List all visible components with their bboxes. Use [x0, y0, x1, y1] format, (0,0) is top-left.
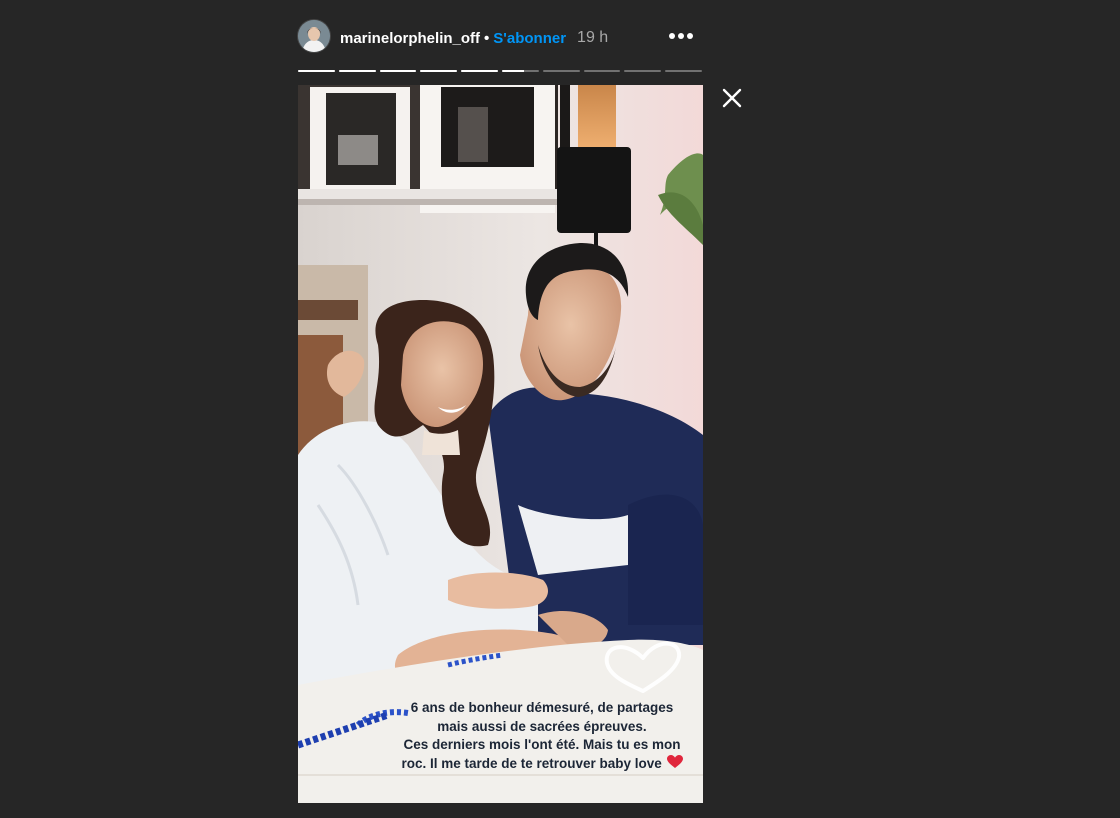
avatar-portrait-icon — [298, 20, 330, 52]
progress-segment — [461, 70, 498, 72]
progress-segment — [379, 70, 417, 72]
progress-segment — [665, 70, 702, 72]
caption-line-4-text: roc. Il me tarde de te retrouver baby lo… — [401, 755, 662, 771]
progress-segment-fill — [298, 70, 335, 72]
follow-button[interactable]: S'abonner — [493, 30, 566, 47]
profile-avatar[interactable] — [298, 20, 330, 52]
story-media[interactable]: 6 ans de bonheur démesuré, de partages m… — [298, 85, 703, 803]
close-button[interactable] — [720, 86, 744, 110]
more-options-button[interactable] — [668, 26, 694, 46]
progress-segment — [298, 70, 335, 72]
progress-segment-fill — [379, 70, 417, 72]
post-time: 19 h — [577, 29, 609, 46]
story-header: marinelorphelin_off • S'abonner 19 h — [298, 20, 702, 56]
red-heart-icon — [666, 754, 683, 768]
progress-segment — [624, 70, 662, 72]
progress-segment — [501, 70, 539, 72]
caption-line-3: Ces derniers mois l'ont été. Mais tu es … — [403, 737, 681, 752]
story-viewer: marinelorphelin_off • S'abonner 19 h 6 a… — [0, 0, 1120, 818]
story-caption: 6 ans de bonheur démesuré, de partages m… — [382, 699, 702, 773]
caption-line-4: roc. Il me tarde de te retrouver baby lo… — [382, 754, 702, 774]
caption-line-2: mais aussi de sacrées épreuves. — [437, 718, 647, 734]
progress-segment-fill — [501, 70, 525, 72]
progress-segment — [338, 70, 376, 72]
close-icon — [722, 88, 742, 108]
story-progress-bar — [298, 70, 702, 72]
progress-segment-fill — [461, 70, 498, 72]
progress-segment — [542, 70, 580, 72]
progress-segment-fill — [420, 70, 458, 72]
more-horizontal-icon — [669, 33, 693, 39]
story-photo — [298, 85, 703, 803]
progress-segment — [420, 70, 458, 72]
username-link[interactable]: marinelorphelin_off — [340, 30, 480, 47]
caption-line-1: 6 ans de bonheur démesuré, de partages — [410, 700, 674, 715]
story-meta: marinelorphelin_off • S'abonner 19 h — [340, 28, 608, 48]
progress-segment-fill — [338, 70, 376, 72]
meta-separator: • — [484, 29, 490, 47]
progress-segment — [583, 70, 621, 72]
